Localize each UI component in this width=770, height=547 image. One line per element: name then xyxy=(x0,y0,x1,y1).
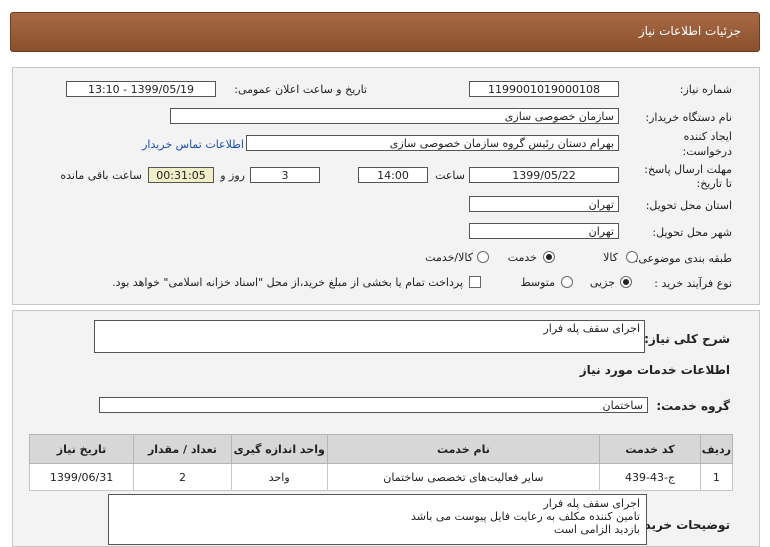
creator-field: بهرام دستان رئیس گروه سازمان خصوصی سازی xyxy=(246,135,619,151)
category-goods-service-radio[interactable] xyxy=(477,251,489,263)
page-title: جزئیات اطلاعات نیاز xyxy=(638,24,741,38)
remaining-time-label: ساعت باقی مانده xyxy=(60,169,142,182)
col-qty-header: تعداد / مقدار xyxy=(133,434,232,464)
buyer-org-field: سازمان خصوصی سازی xyxy=(170,108,619,124)
buyer-note-line: بازدید الزامی است xyxy=(553,523,640,536)
need-number-label: شماره نیاز: xyxy=(679,83,732,96)
col-row-header: ردیف xyxy=(699,434,734,464)
category-goods-label: کالا xyxy=(603,251,618,264)
need-info-panel xyxy=(12,67,760,305)
category-goods-radio[interactable] xyxy=(626,251,638,263)
quantity-cell: 2 xyxy=(133,463,232,491)
days-field: 3 xyxy=(250,167,320,183)
service-group-label: گروه خدمت: xyxy=(656,399,730,413)
services-title: اطلاعات خدمات مورد نیاز xyxy=(579,363,730,377)
col-name-header: نام خدمت xyxy=(326,434,601,464)
buyer-org-label: نام دستگاه خریدار: xyxy=(645,111,732,124)
buyer-note-line: اجرای سقف پله فرار xyxy=(543,497,640,510)
category-goods-service-label: کالا/خدمت xyxy=(425,251,473,264)
process-minor-label: جزیی xyxy=(589,276,615,289)
city-label: شهر محل تحویل: xyxy=(652,226,732,239)
city-field: تهران xyxy=(469,223,619,239)
deadline-time-label: ساعت xyxy=(435,169,465,182)
need-number-field: 1199001019000108 xyxy=(469,81,619,97)
province-field: تهران xyxy=(469,196,619,212)
days-label: روز و xyxy=(220,169,245,182)
creator-label-1: ایجاد کننده xyxy=(683,130,732,143)
category-label: طبقه بندی موضوعی: xyxy=(634,252,732,265)
col-date-header: تاریخ نیاز xyxy=(28,434,135,464)
col-unit-header: واحد اندازه گیری xyxy=(230,434,328,464)
category-service-label: خدمت xyxy=(507,251,537,264)
deadline-label-2: تا تاریخ: xyxy=(696,177,732,190)
row-number-cell: 1 xyxy=(699,463,734,491)
process-medium-radio[interactable] xyxy=(561,276,573,288)
category-service-radio[interactable] xyxy=(543,251,555,263)
treasury-payment-note: پرداخت تمام یا بخشی از مبلغ خرید،از محل … xyxy=(112,276,463,289)
province-label: استان محل تحویل: xyxy=(645,199,732,212)
service-code-cell: ج-43-439 xyxy=(599,463,701,491)
deadline-date-field: 1399/05/22 xyxy=(469,167,619,183)
announce-field: 1399/05/19 - 13:10 xyxy=(66,81,216,97)
services-table: ردیف کد خدمت نام خدمت واحد اندازه گیری ت… xyxy=(28,434,734,491)
deadline-label-1: مهلت ارسال پاسخ: xyxy=(644,163,732,176)
treasury-payment-checkbox[interactable] xyxy=(469,276,481,288)
creator-label-2: درخواست: xyxy=(682,145,732,158)
remaining-time-field: 00:31:05 xyxy=(148,167,214,183)
summary-field: اجرای سقف پله فرار xyxy=(94,320,645,353)
process-minor-radio[interactable] xyxy=(620,276,632,288)
col-code-header: کد خدمت xyxy=(599,434,701,464)
deadline-time-field: 14:00 xyxy=(358,167,428,183)
process-label: نوع فرآیند خرید : xyxy=(654,277,732,290)
unit-cell: واحد xyxy=(230,463,328,491)
buyer-note-line: تامین کننده مکلف به رعایت فایل پیوست می … xyxy=(411,510,640,523)
summary-label: شرح کلی نیاز: xyxy=(644,332,730,346)
need-date-cell: 1399/06/31 xyxy=(28,463,135,491)
buyer-contact-link[interactable]: اطلاعات تماس خریدار xyxy=(142,138,244,151)
services-table-header: ردیف کد خدمت نام خدمت واحد اندازه گیری ت… xyxy=(28,434,734,464)
buyer-notes-field: اجرای سقف پله فرار تامین کننده مکلف به ر… xyxy=(108,494,647,545)
service-name-cell: سایر فعالیت‌های تخصصی ساختمان xyxy=(326,463,601,491)
table-row: 1 ج-43-439 سایر فعالیت‌های تخصصی ساختمان… xyxy=(28,463,734,491)
page-header: جزئیات اطلاعات نیاز xyxy=(10,12,760,52)
service-group-field: ساختمان xyxy=(99,397,648,413)
announce-label: تاریخ و ساعت اعلان عمومی: xyxy=(234,83,367,96)
process-medium-label: متوسط xyxy=(520,276,555,289)
